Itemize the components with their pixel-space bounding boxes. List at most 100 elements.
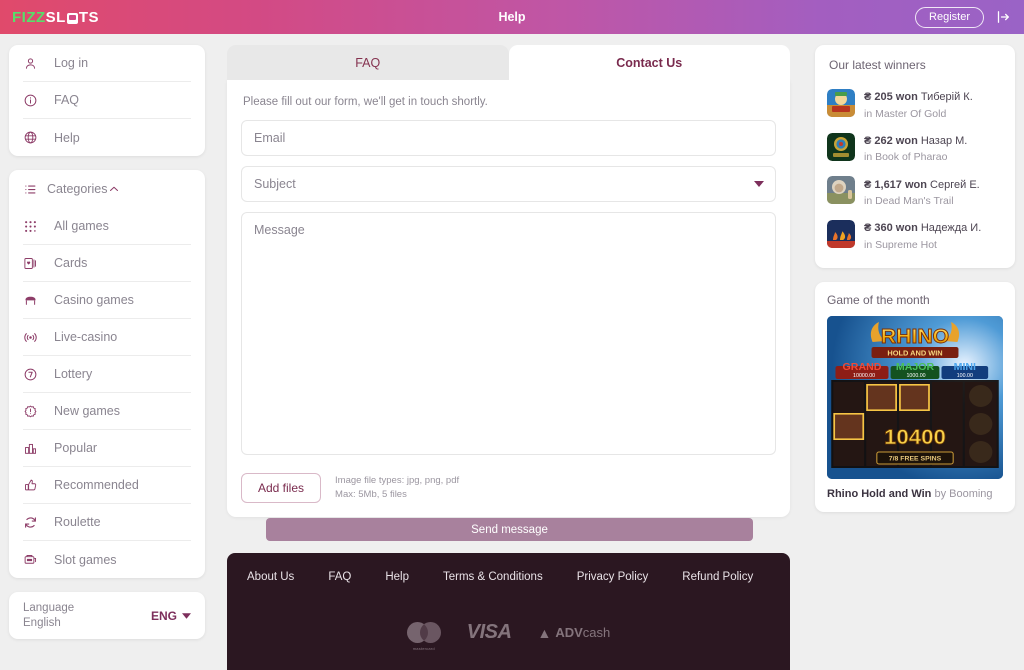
right-sidebar: Our latest winners ₴ 205 won Тиберій К. …	[815, 45, 1015, 513]
language-code-group[interactable]: ENG	[151, 609, 191, 623]
winner-line-1: ₴ 262 won Назар М.	[864, 135, 967, 147]
latest-winners-card: Our latest winners ₴ 205 won Тиберій К. …	[815, 45, 1015, 269]
sidebar-item-casino-games[interactable]: Casino games	[23, 282, 191, 319]
list-item[interactable]: ₴ 360 won Надежда И. in Supreme Hot	[827, 212, 1003, 256]
game-of-month-card: Game of the month RHINO HOLD AND WIN GRA…	[815, 282, 1015, 513]
game-of-month-thumbnail[interactable]: RHINO HOLD AND WIN GRAND 10000.00 MAJOR …	[827, 316, 1003, 480]
sidebar-item-label: Casino games	[54, 293, 134, 307]
sidebar-item-label: Roulette	[54, 515, 101, 529]
left-sidebar: Log in FAQ Help Categories All games Car…	[9, 45, 205, 639]
list-item[interactable]: ₴ 262 won Назар М. in Book of Pharao	[827, 125, 1003, 169]
svg-text:MAJOR: MAJOR	[896, 362, 935, 373]
dead-mans-trail-thumb	[827, 176, 855, 205]
file-restrictions: Image file types: jpg, png, pdf Max: 5Mb…	[335, 474, 459, 502]
categories-menu: All games Cards Casino games Live-casino…	[9, 208, 205, 578]
latest-winners-title: Our latest winners	[829, 58, 926, 72]
svg-text:10000.00: 10000.00	[853, 373, 875, 379]
tab-faq[interactable]: FAQ	[227, 45, 509, 80]
footer-link-faq[interactable]: FAQ	[328, 571, 351, 583]
advcash-label-rest: cash	[582, 625, 611, 640]
sidebar-item-all-games[interactable]: All games	[23, 208, 191, 245]
login-arrow-icon[interactable]	[994, 8, 1012, 26]
message-field[interactable]	[241, 212, 776, 455]
winner-amount: ₴ 262 won	[864, 134, 918, 147]
grid-dots-icon	[23, 219, 45, 234]
payment-methods: mastercard VISA ▲ ADVcash	[247, 621, 770, 651]
sidebar-item-label: Lottery	[54, 367, 93, 381]
game-of-month-name: Rhino Hold and Win	[827, 488, 932, 501]
sidebar-item-popular[interactable]: Popular	[23, 430, 191, 467]
footer-link-refund[interactable]: Refund Policy	[682, 571, 753, 583]
file-upload-row: Add files Image file types: jpg, png, pd…	[241, 473, 776, 503]
language-value: English	[23, 616, 61, 629]
sidebar-item-label: Live-casino	[54, 330, 118, 344]
sidebar-item-roulette[interactable]: Roulette	[23, 504, 191, 541]
supreme-hot-thumb	[827, 220, 855, 249]
email-field[interactable]	[241, 120, 776, 156]
header-actions: Register	[915, 6, 1012, 28]
sidebar-item-label: Popular	[54, 441, 98, 455]
footer-link-about-us[interactable]: About Us	[247, 571, 294, 583]
language-code: ENG	[150, 608, 177, 623]
sidebar-item-faq[interactable]: FAQ	[23, 82, 191, 119]
footer-link-terms[interactable]: Terms & Conditions	[443, 571, 543, 583]
subject-select[interactable]	[241, 166, 776, 202]
winner-game: in Master Of Gold	[864, 107, 947, 120]
language-labels: Language English	[23, 601, 74, 630]
subject-select-wrap	[241, 166, 776, 202]
sidebar-item-cards[interactable]: Cards	[23, 245, 191, 282]
tab-contact-us[interactable]: Contact Us	[508, 45, 790, 80]
winner-text: ₴ 205 won Тиберій К. in Master Of Gold	[864, 85, 973, 121]
account-menu: Log in FAQ Help	[9, 45, 205, 156]
new-badge-icon	[23, 404, 45, 419]
add-files-button[interactable]: Add files	[241, 473, 322, 503]
sidebar-item-new-games[interactable]: New games	[23, 393, 191, 430]
advcash-label-bold: ADV	[555, 625, 583, 640]
lottery-seven-icon	[23, 367, 45, 382]
winner-game: in Book of Pharao	[864, 151, 948, 164]
advcash-icon: ▲ ADVcash	[537, 625, 610, 641]
site-logo[interactable]: FIZZ SL TS	[12, 9, 99, 26]
footer-link-help[interactable]: Help	[385, 571, 409, 583]
winner-amount: ₴ 360 won	[864, 222, 918, 235]
language-title: Language	[23, 602, 75, 615]
contact-form-panel: Please fill out our form, we'll get in t…	[227, 80, 790, 517]
info-circle-icon	[23, 93, 45, 108]
user-icon	[23, 56, 45, 71]
language-selector[interactable]: Language English ENG	[9, 592, 205, 639]
advcash-mark: ▲	[537, 624, 552, 641]
list-item[interactable]: ₴ 205 won Тиберій К. in Master Of Gold	[827, 81, 1003, 125]
sidebar-item-lottery[interactable]: Lottery	[23, 356, 191, 393]
file-types-text: Image file types: jpg, png, pdf	[335, 475, 460, 487]
sidebar-item-label: Slot games	[54, 552, 117, 567]
chevron-up-icon[interactable]	[107, 182, 121, 196]
sidebar-item-live-casino[interactable]: Live-casino	[23, 319, 191, 356]
categories-header[interactable]: Categories	[9, 170, 205, 208]
book-of-pharao-thumb	[827, 132, 855, 161]
playing-card-icon	[23, 256, 45, 271]
winner-amount: ₴ 1,617 won	[864, 178, 927, 191]
logo-text-fizz: FIZZ	[12, 8, 46, 26]
winner-name: Назар М.	[920, 134, 968, 147]
site-footer: About Us FAQ Help Terms & Conditions Pri…	[227, 553, 790, 670]
list-item[interactable]: ₴ 1,617 won Сергей Е. in Dead Man's Trai…	[827, 169, 1003, 213]
globe-icon	[23, 130, 45, 145]
account-card: Log in FAQ Help	[9, 45, 205, 156]
send-message-button[interactable]: Send message	[266, 518, 753, 541]
sidebar-item-recommended[interactable]: Recommended	[23, 467, 191, 504]
slot-machine-icon	[66, 12, 78, 24]
sidebar-item-help[interactable]: Help	[23, 119, 191, 156]
svg-text:MINI: MINI	[954, 362, 977, 373]
winner-name: Тиберій К.	[920, 91, 973, 103]
winner-game: in Supreme Hot	[864, 238, 937, 251]
sidebar-item-label: Recommended	[54, 478, 139, 492]
game-of-month-caption: Rhino Hold and Win by Booming	[827, 488, 1003, 500]
categories-card: Categories All games Cards Casino games …	[9, 170, 205, 578]
slot-machine-icon	[23, 552, 45, 567]
sidebar-item-slot-games[interactable]: Slot games	[23, 541, 191, 578]
top-header: FIZZ SL TS Help Register	[0, 0, 1024, 34]
footer-links: About Us FAQ Help Terms & Conditions Pri…	[247, 571, 770, 583]
register-button[interactable]: Register	[915, 6, 984, 28]
sidebar-item-login[interactable]: Log in	[23, 45, 191, 82]
footer-link-privacy[interactable]: Privacy Policy	[577, 571, 649, 583]
